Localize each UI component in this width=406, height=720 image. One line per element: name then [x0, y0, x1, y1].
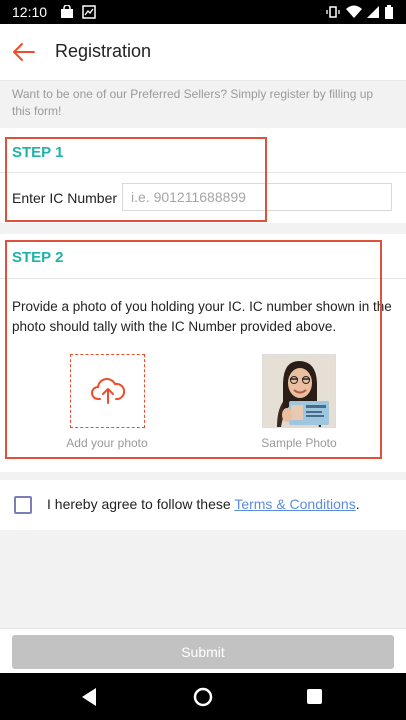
sample-photo [262, 354, 336, 428]
ic-number-label: Enter IC Number [12, 190, 118, 206]
agree-checkbox[interactable] [14, 496, 32, 514]
page-title: Registration [55, 41, 152, 61]
app-bar: Registration [0, 24, 406, 81]
wifi-icon [346, 5, 362, 19]
divider [0, 278, 406, 279]
photo-instructions: Provide a photo of you holding your IC. … [12, 299, 392, 334]
status-time: 12:10 [12, 4, 48, 20]
bottom-bar: Submit [0, 628, 406, 674]
agreement-text: I hereby agree to follow these Terms & C… [47, 496, 360, 512]
step2-label: STEP 2 [12, 249, 64, 266]
intro-text: Want to be one of our Preferred Sellers?… [12, 87, 374, 118]
signal-icon [366, 5, 380, 19]
submit-button[interactable]: Submit [12, 635, 394, 669]
shopping-bag-icon [60, 4, 74, 19]
terms-conditions-link[interactable]: Terms & Conditions [234, 496, 355, 512]
cloud-upload-icon [91, 378, 125, 404]
ic-number-input[interactable] [122, 183, 392, 211]
nav-home-icon[interactable] [193, 687, 213, 712]
nav-recents-icon[interactable] [306, 688, 323, 710]
divider [0, 172, 406, 173]
gallery-icon [82, 5, 96, 19]
battery-icon [384, 5, 398, 19]
add-photo-button[interactable] [70, 354, 145, 428]
step2-card: STEP 2 Provide a photo of you holding yo… [0, 234, 406, 472]
vibrate-icon [326, 5, 340, 19]
agreement-label: I hereby agree to follow these [47, 496, 235, 512]
back-arrow-icon[interactable] [10, 38, 38, 66]
add-photo-caption: Add your photo [66, 436, 148, 450]
status-bar: 12:10 [0, 0, 406, 24]
sample-photo-caption: Sample Photo [261, 436, 337, 450]
step1-card: STEP 1 Enter IC Number [0, 128, 406, 223]
step1-label: STEP 1 [12, 144, 64, 161]
nav-back-icon[interactable] [80, 687, 98, 712]
agreement-suffix: . [355, 496, 360, 512]
agreement-row: I hereby agree to follow these Terms & C… [0, 480, 406, 530]
navigation-bar [0, 673, 406, 720]
